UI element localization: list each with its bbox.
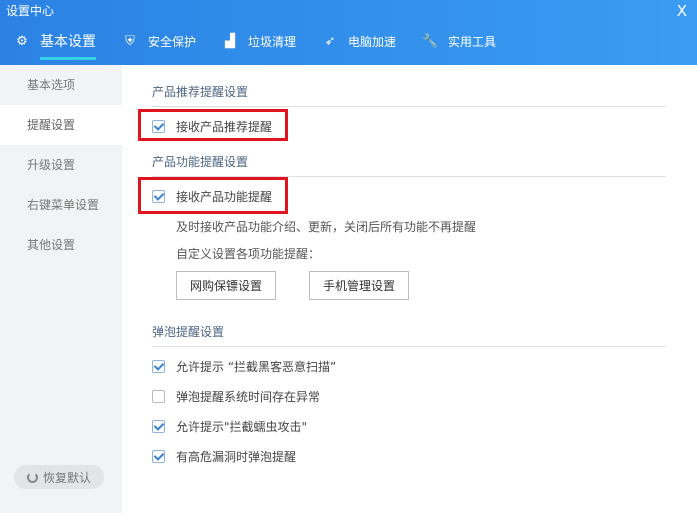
sidebar-item-reminder-settings[interactable]: 提醒设置 — [0, 105, 122, 145]
checkbox-checked[interactable] — [152, 420, 165, 433]
checkbox-label: 有高危漏洞时弹泡提醒 — [176, 450, 297, 464]
broom-icon: ▟ — [225, 33, 236, 49]
checkbox-receive-feature[interactable]: 接收产品功能提醒 — [152, 188, 272, 205]
checkbox-popup-high-risk-vuln[interactable]: 有高危漏洞时弹泡提醒 — [152, 448, 296, 465]
tab-label: 电脑加速 — [348, 34, 397, 49]
online-shopping-guard-settings-button[interactable]: 网购保镖设置 — [176, 271, 276, 300]
tab-label: 基本设置 — [40, 34, 96, 50]
checkbox-unchecked[interactable] — [152, 390, 165, 403]
tab-label: 安全保护 — [148, 34, 197, 49]
tab-basic-settings[interactable]: ⚙ 基本设置 — [14, 28, 96, 60]
checkbox-receive-recommend[interactable]: 接收产品推荐提醒 — [152, 118, 272, 135]
checkbox-label: 允许提示"拦截蠕虫攻击" — [176, 420, 308, 434]
gear-icon: ⚙ — [16, 33, 28, 49]
main-tabs: ⚙ 基本设置 ⛨ 安全保护 ▟ 垃圾清理 ➶ 电脑加速 🔧 实用工具 — [0, 28, 508, 65]
checkbox-popup-hacker-scan[interactable]: 允许提示 “拦截黑客恶意扫描” — [152, 358, 336, 375]
tab-cleanup[interactable]: ▟ 垃圾清理 — [222, 28, 296, 54]
window-title: 设置中心 — [6, 4, 55, 18]
checkbox-popup-worm-attack[interactable]: 允许提示"拦截蠕虫攻击" — [152, 418, 307, 435]
restore-label: 恢复默认 — [42, 470, 91, 485]
checkbox-label: 允许提示 “拦截黑客恶意扫描” — [176, 360, 337, 374]
sidebar: 基本选项 提醒设置 升级设置 右键菜单设置 其他设置 — [0, 65, 122, 513]
tab-security[interactable]: ⛨ 安全保护 — [122, 28, 196, 54]
checkbox-label: 弹泡提醒系统时间存在异常 — [176, 390, 321, 404]
section-title-recommend: 产品推荐提醒设置 — [152, 83, 666, 107]
tab-speedup[interactable]: ➶ 电脑加速 — [322, 28, 396, 54]
feature-description: 及时接收产品功能介绍、更新，关闭后所有功能不再提醒 — [176, 220, 477, 234]
main-content: 产品推荐提醒设置 接收产品推荐提醒 产品功能提醒设置 接收产品功能提醒 及时接收… — [122, 65, 697, 513]
checkbox-popup-time-abnormal[interactable]: 弹泡提醒系统时间存在异常 — [152, 388, 320, 405]
checkbox-checked[interactable] — [152, 450, 165, 463]
sidebar-item-basic-options[interactable]: 基本选项 — [0, 65, 122, 105]
checkbox-checked[interactable] — [152, 360, 165, 373]
custom-settings-label: 自定义设置各项功能提醒： — [176, 247, 321, 261]
sidebar-item-upgrade-settings[interactable]: 升级设置 — [0, 145, 122, 185]
checkbox-label: 接收产品推荐提醒 — [176, 120, 273, 134]
rocket-icon: ➶ — [324, 33, 336, 49]
section-title-feature: 产品功能提醒设置 — [152, 153, 666, 177]
phone-management-settings-button[interactable]: 手机管理设置 — [309, 271, 409, 300]
checkbox-checked[interactable] — [152, 190, 165, 203]
refresh-icon — [26, 471, 38, 483]
section-title-popup: 弹泡提醒设置 — [152, 323, 666, 347]
tab-tools[interactable]: 🔧 实用工具 — [422, 28, 496, 54]
shield-icon: ⛨ — [125, 33, 135, 49]
tab-label: 实用工具 — [448, 34, 497, 49]
sidebar-item-context-menu-settings[interactable]: 右键菜单设置 — [0, 185, 122, 225]
checkbox-checked[interactable] — [152, 120, 165, 133]
wrench-icon: 🔧 — [421, 33, 439, 49]
title-bar: 设置中心 X ⚙ 基本设置 ⛨ 安全保护 ▟ 垃圾清理 ➶ 电脑加速 🔧 实用工具 — [0, 0, 697, 65]
tab-label: 垃圾清理 — [248, 34, 297, 49]
checkbox-label: 接收产品功能提醒 — [176, 190, 273, 204]
restore-defaults-button[interactable]: 恢复默认 — [14, 465, 104, 489]
sidebar-item-other-settings[interactable]: 其他设置 — [0, 225, 122, 265]
close-button[interactable]: X — [677, 2, 687, 20]
